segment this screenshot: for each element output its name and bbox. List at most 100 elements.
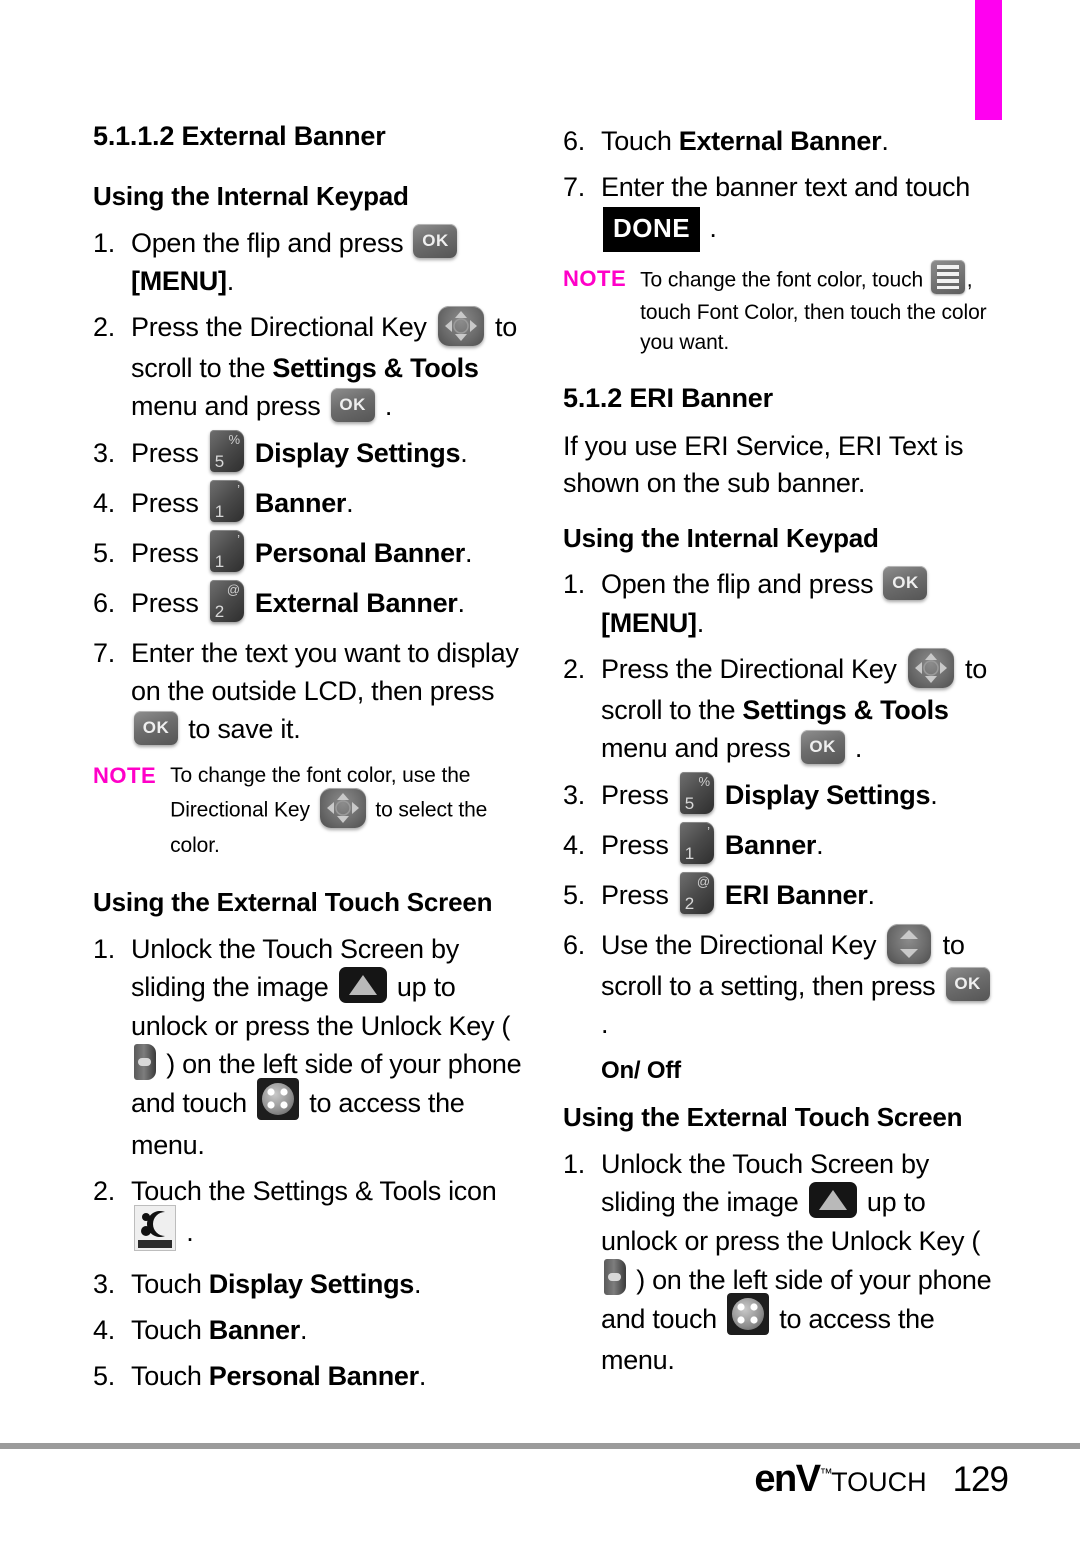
step-number: 2. (563, 654, 585, 685)
ok-key-icon: OK (134, 711, 178, 746)
done-button-badge[interactable]: DONE (603, 206, 701, 252)
menu-four-dot-icon (257, 1077, 300, 1120)
ok-key-icon: OK (413, 224, 458, 259)
key-5-icon: 5% (679, 771, 714, 814)
right-column: 6. Touch External Banner. 7. Enter the bann… (563, 122, 993, 1392)
key-digit: 5 (684, 793, 694, 813)
step-text: Open the flip and press OK [MENU]. (601, 566, 930, 638)
ok-key-icon: OK (883, 566, 928, 601)
unlock-hardware-key-icon (134, 1043, 156, 1080)
step-number: 7. (563, 172, 585, 203)
step-text: Press 5% Display Settings. (601, 771, 938, 814)
manual-page: 5.1.1.2 External Banner Using the Intern… (0, 0, 1080, 1552)
step-text: Unlock the Touch Screen by sliding the i… (601, 1149, 992, 1376)
step-number: 1. (563, 1149, 585, 1180)
ok-key-icon: OK (800, 730, 845, 765)
emphasis-text: Personal Banner (247, 537, 465, 568)
key-digit: 2 (214, 601, 224, 621)
key-digit: 1 (214, 551, 224, 571)
instruction-step: 3. Press 5% Display Settings. (563, 771, 993, 818)
unlock-slider-triangle-icon (808, 1182, 857, 1219)
heading-internal-keypad-eri: Using the Internal Keypad (563, 522, 879, 553)
step-number: 3. (563, 779, 585, 810)
step-number: 1. (563, 569, 585, 600)
ok-key-icon: OK (330, 388, 375, 423)
step-text: Press 1’ Banner. (601, 821, 824, 864)
instruction-step: 4. Touch Banner. (93, 1311, 523, 1349)
step-number: 6. (93, 587, 115, 618)
emphasis-text: External Banner (247, 587, 458, 618)
unlock-slider-triangle-icon (338, 966, 387, 1003)
step-text: Open the flip and press OK [MENU]. (131, 224, 460, 296)
step-text: Press 1’ Personal Banner. (131, 529, 473, 572)
instruction-step: 7. Enter the banner text and touch DONE . (563, 168, 993, 252)
key-1-icon: 1’ (209, 479, 244, 522)
key-symbol: ’ (237, 531, 240, 547)
instruction-step: 1. Unlock the Touch Screen by sliding the… (563, 1145, 993, 1380)
env-touch-logo: enV™TOUCH (754, 1460, 926, 1498)
emphasis-text: Display Settings (717, 779, 931, 810)
page-title: 5.1.1.2 External Banner (93, 121, 386, 151)
key-symbol: % (228, 431, 240, 447)
instruction-step: 2. Press the Directional Key to scroll to… (563, 647, 993, 768)
logo-env: enV (754, 1458, 821, 1500)
font-color-list-icon (930, 259, 965, 294)
instruction-step: 4. Press 1’ Banner. (93, 479, 523, 526)
note-text: To change the font color, touch , touch … (640, 259, 993, 359)
heading-internal-keypad: Using the Internal Keypad (93, 180, 409, 211)
emphasis-text: Display Settings (208, 1268, 415, 1299)
instruction-step: 2. Press the Directional Key to scroll to… (93, 306, 523, 426)
ok-key-icon: OK (945, 967, 990, 1002)
directional-key-4way-icon (907, 647, 954, 688)
footer-divider (0, 1443, 1080, 1449)
heading-on-off: On/ Off (601, 1057, 681, 1085)
external-touch-steps-continued: 6. Touch External Banner. 7. Enter the bann… (563, 122, 993, 252)
key-5-icon: 5% (209, 429, 244, 472)
step-text: Touch Banner. (131, 1314, 308, 1345)
instruction-step: 1. Open the flip and press OK [MENU]. (563, 565, 993, 642)
step-text: Press the Directional Key to scroll to t… (131, 306, 517, 423)
instruction-step: 4. Press 1’ Banner. (563, 821, 993, 868)
step-number: 1. (93, 933, 115, 964)
step-number: 3. (93, 437, 115, 468)
note-block-font-color-touch: NOTE To change the font color, touch , t… (563, 259, 993, 359)
instruction-step: 2. Touch the Settings & Tools icon . (93, 1172, 523, 1256)
emphasis-text: Personal Banner (208, 1361, 419, 1392)
note-block-font-color: NOTE To change the font color, use the D… (93, 761, 523, 862)
step-number: 5. (93, 537, 115, 568)
key-2-icon: 2 @ (679, 871, 714, 914)
page-footer: enV™TOUCH 129 (754, 1460, 1009, 1500)
unlock-hardware-key-icon (604, 1259, 626, 1296)
key-digit: 1 (214, 501, 224, 521)
menu-four-dot-icon (727, 1293, 770, 1336)
key-digit: 1 (684, 843, 694, 863)
key-2-icon: 2 @ (209, 579, 244, 622)
directional-key-4way-icon (319, 788, 366, 829)
step-number: 5. (93, 1361, 115, 1392)
step-number: 7. (93, 637, 115, 668)
step-text: Press 2 @ ERI Banner. (601, 871, 875, 914)
instruction-step: 6. Touch External Banner. (563, 122, 993, 160)
note-label: NOTE (93, 762, 157, 788)
instruction-step: 1. Unlock the Touch Screen by sliding the… (93, 930, 523, 1165)
step-text: Enter the banner text and touch DONE . (601, 172, 970, 252)
instruction-step: 3. Press 5% Display Settings. (93, 429, 523, 476)
key-digit: 5 (214, 451, 224, 471)
heading-external-touch-screen: Using the External Touch Screen (93, 886, 493, 917)
emphasis-text: Settings & Tools (272, 353, 479, 384)
note-text: To change the font color, use the Direct… (170, 763, 488, 858)
left-column: 5.1.1.2 External Banner Using the Intern… (93, 121, 523, 1408)
step-text: Use the Directional Key to scroll to a s… (601, 923, 993, 1039)
emphasis-text: External Banner (678, 126, 882, 156)
heading-external-touch-screen-onoff: Using the External Touch Screen (563, 1102, 963, 1133)
emphasis-text: Banner (717, 829, 817, 860)
logo-touch: TOUCH (831, 1467, 927, 1497)
page-number: 129 (952, 1460, 1009, 1499)
directional-key-updown-icon (887, 923, 932, 964)
step-number: 6. (563, 126, 585, 156)
emphasis-text: Banner (247, 487, 347, 518)
instruction-step: 5. Press 1’ Personal Banner. (93, 529, 523, 576)
instruction-step: 5. Press 2 @ ERI Banner. (563, 871, 993, 918)
settings-and-tools-app-icon (134, 1204, 176, 1251)
emphasis-text: Banner (208, 1314, 301, 1345)
